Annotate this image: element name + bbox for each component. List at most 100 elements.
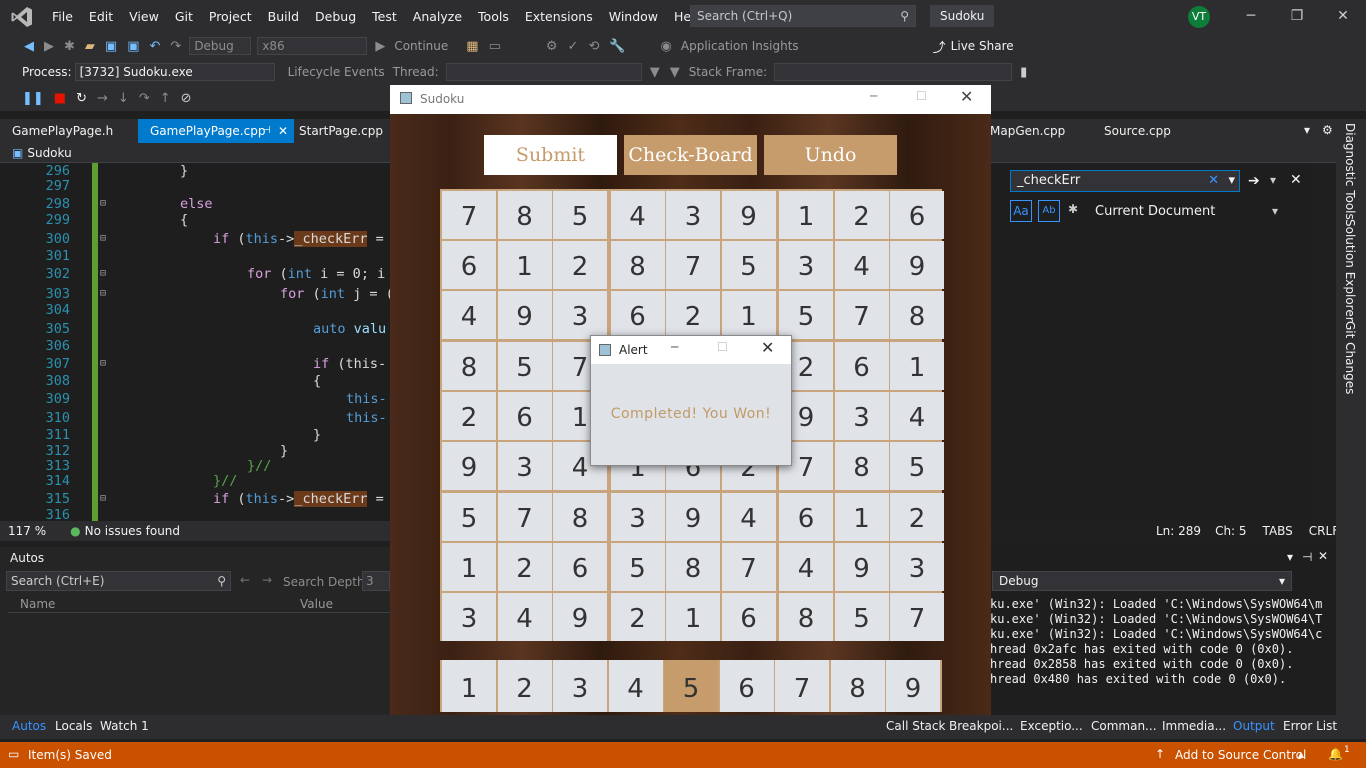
picker-number[interactable]: 3 — [553, 660, 607, 712]
dropdown-icon[interactable]: ▾ — [1228, 171, 1235, 191]
tab-source-cpp[interactable]: Source.cpp — [1092, 119, 1183, 143]
notification-icon[interactable]: 🔔 — [1328, 747, 1343, 761]
application-insights-button[interactable]: Application Insights — [681, 39, 799, 53]
column-name[interactable]: Name — [20, 597, 55, 611]
check-board-button[interactable]: Check-Board — [624, 135, 757, 175]
board-cell[interactable]: 5 — [610, 543, 665, 591]
platform-dropdown[interactable]: x86 — [257, 37, 368, 55]
board-cell[interactable]: 4 — [721, 493, 776, 541]
picker-number[interactable]: 2 — [497, 660, 552, 712]
tab-call-stack[interactable]: Call Stack — [886, 719, 945, 733]
board-cell[interactable]: 8 — [779, 593, 833, 641]
board-cell[interactable]: 7 — [890, 593, 944, 641]
save-icon[interactable]: ▣ — [105, 39, 117, 54]
menu-edit[interactable]: Edit — [81, 0, 121, 33]
tab-output[interactable]: Output — [1233, 719, 1275, 733]
board-cell[interactable]: 2 — [553, 241, 607, 289]
board-cell[interactable]: 5 — [890, 442, 944, 490]
board-cell[interactable]: 4 — [834, 241, 889, 289]
tab-git-changes[interactable]: Git Changes — [1343, 321, 1357, 394]
picker-number[interactable]: 1 — [442, 660, 496, 712]
search-icon[interactable]: ⚲ — [217, 572, 226, 590]
filter-icon[interactable]: ▼ — [650, 65, 660, 80]
menu-file[interactable]: File — [44, 0, 81, 33]
board-cell[interactable]: 1 — [497, 241, 552, 289]
tab-diagnostic-tools[interactable]: Diagnostic Tools — [1343, 123, 1357, 220]
board-cell[interactable]: 6 — [610, 291, 665, 339]
board-cell[interactable]: 1 — [779, 191, 833, 239]
board-cell[interactable]: 2 — [442, 392, 496, 440]
tab-locals[interactable]: Locals — [55, 719, 92, 733]
board-cell[interactable]: 4 — [442, 291, 496, 339]
board-cell[interactable]: 8 — [610, 241, 665, 289]
board-cell[interactable]: 9 — [834, 543, 889, 591]
process-dropdown[interactable]: [3732] Sudoku.exe — [74, 63, 275, 81]
board-cell[interactable]: 3 — [834, 392, 889, 440]
tab-error-list[interactable]: Error List — [1283, 719, 1337, 733]
close-find-icon[interactable]: ✕ — [1290, 172, 1302, 188]
board-cell[interactable]: 6 — [497, 392, 552, 440]
avatar[interactable]: VT — [1188, 6, 1210, 28]
stop-icon[interactable]: ■ — [54, 91, 66, 106]
tab-command[interactable]: Comman... — [1091, 719, 1157, 733]
menu-tools[interactable]: Tools — [470, 0, 517, 33]
settings-icon[interactable]: ⚙ — [1322, 123, 1333, 137]
close-panel-icon[interactable]: ✕ — [1318, 549, 1328, 563]
close-icon[interactable]: ✕ — [761, 338, 774, 357]
tabs-indicator[interactable]: TABS — [1263, 524, 1293, 538]
board-cell[interactable]: 8 — [442, 342, 496, 390]
collapse-icon[interactable]: ⊟ — [100, 358, 106, 369]
issues-status[interactable]: No issues found — [85, 524, 180, 538]
picker-number[interactable]: 7 — [775, 660, 829, 712]
continue-button[interactable]: Continue — [394, 39, 448, 53]
board-cell[interactable]: 6 — [442, 241, 496, 289]
show-next-icon[interactable]: → — [97, 91, 108, 106]
continue-icon[interactable]: ▶ — [375, 39, 385, 54]
attach-icon[interactable]: ▦ — [466, 39, 478, 54]
board-cell[interactable]: 3 — [610, 493, 665, 541]
whole-word-icon[interactable]: Ab — [1038, 200, 1060, 222]
menu-git[interactable]: Git — [167, 0, 201, 33]
board-cell[interactable]: 4 — [890, 392, 944, 440]
menu-extensions[interactable]: Extensions — [517, 0, 601, 33]
tab-startpage-cpp[interactable]: StartPage.cpp — [287, 119, 395, 143]
board-cell[interactable]: 9 — [497, 291, 552, 339]
config-dropdown[interactable]: Debug — [189, 37, 252, 55]
back-icon[interactable]: ← — [240, 573, 250, 587]
board-cell[interactable]: 9 — [721, 191, 776, 239]
board-cell[interactable]: 3 — [553, 291, 607, 339]
open-icon[interactable]: ▰ — [85, 39, 95, 54]
hex-icon[interactable]: ⊘ — [181, 91, 192, 106]
new-project-icon[interactable]: ✱ — [64, 39, 75, 54]
menu-build[interactable]: Build — [260, 0, 307, 33]
board-cell[interactable]: 7 — [666, 241, 720, 289]
pin-icon[interactable]: ⊣ — [1302, 550, 1312, 564]
column-value[interactable]: Value — [300, 597, 333, 611]
board-cell[interactable]: 8 — [834, 442, 889, 490]
board-cell[interactable]: 9 — [890, 241, 944, 289]
board-cell[interactable]: 2 — [610, 593, 665, 641]
tab-solution-explorer[interactable]: Solution Explorer — [1343, 219, 1357, 322]
step-into-icon[interactable]: ↓ — [118, 91, 129, 106]
picker-number[interactable]: 9 — [886, 660, 940, 712]
close-icon[interactable]: ✕ — [1320, 0, 1366, 33]
add-to-source-control-button[interactable]: Add to Source Control — [1175, 748, 1306, 762]
tab-list-icon[interactable]: ▾ — [1304, 123, 1310, 137]
check-icon[interactable]: ✓ — [568, 39, 579, 54]
wrench-icon[interactable]: 🔧 — [609, 39, 625, 54]
board-cell[interactable]: 9 — [666, 493, 720, 541]
debug-tools-icon[interactable]: ⚙ — [546, 39, 558, 54]
board-cell[interactable]: 7 — [721, 543, 776, 591]
find-input[interactable]: _checkErr ✕ ▾ — [1010, 170, 1240, 192]
menu-window[interactable]: Window — [601, 0, 666, 33]
collapse-icon[interactable]: ⊟ — [100, 268, 106, 279]
tab-exceptions[interactable]: Exceptio... — [1020, 719, 1083, 733]
code-editor[interactable]: 296 297 298 299 300 301 302 303 304 305 … — [0, 163, 394, 523]
board-cell[interactable]: 3 — [666, 191, 720, 239]
board-cell[interactable]: 8 — [553, 493, 607, 541]
menu-view[interactable]: View — [121, 0, 167, 33]
maximize-icon[interactable]: ☐ — [717, 340, 728, 354]
board-cell[interactable]: 7 — [497, 493, 552, 541]
tab-gameplaypage-h[interactable]: GamePlayPage.h — [0, 119, 125, 143]
submit-button[interactable]: Submit — [484, 135, 617, 175]
